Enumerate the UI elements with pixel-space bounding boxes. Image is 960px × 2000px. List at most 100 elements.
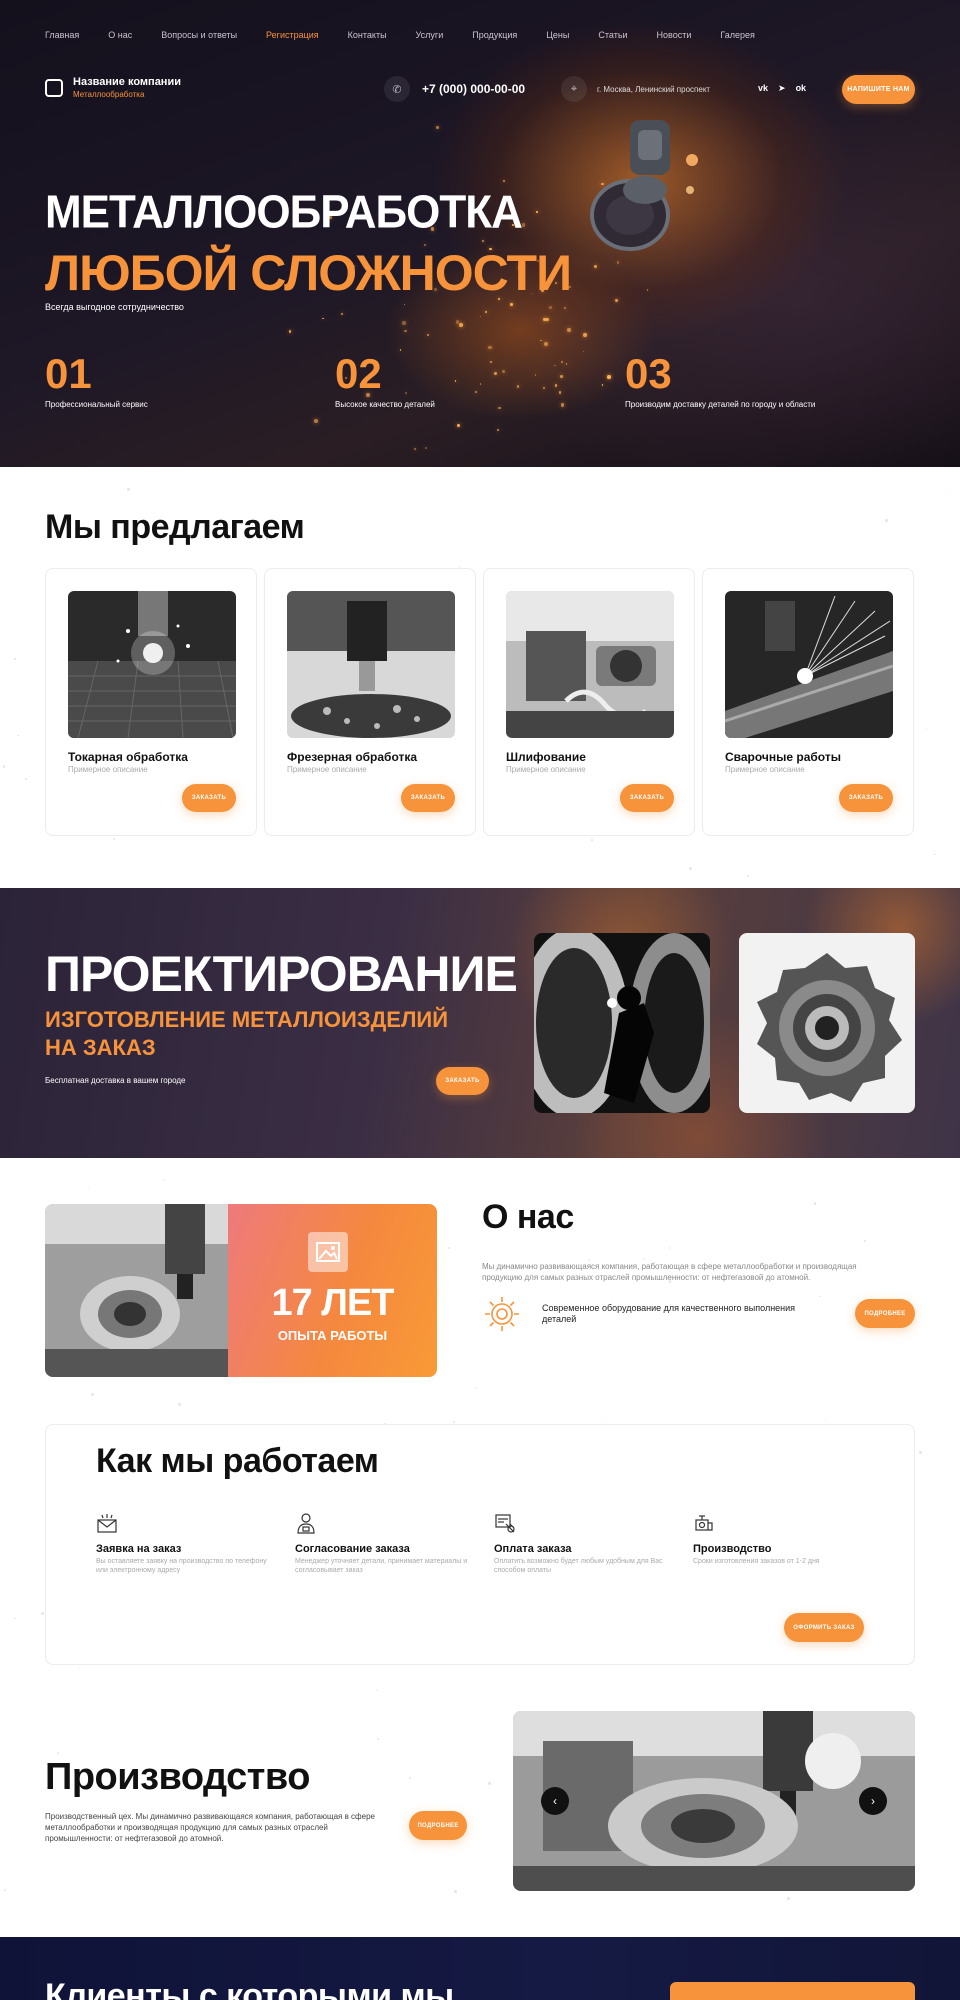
service-card-desc: Примерное описание: [506, 765, 586, 774]
manager-icon: [297, 1513, 315, 1534]
location-pin-icon: ⌖: [561, 76, 587, 102]
work-step: Согласование заказа Менеджер уточняет де…: [295, 1512, 475, 1575]
stat-text: Производим доставку деталей по городу и …: [625, 400, 816, 409]
banner-tagline: Бесплатная доставка в вашем городе: [45, 1076, 186, 1085]
image-placeholder-icon: [308, 1232, 348, 1272]
spark-dot: [542, 386, 545, 390]
background-speck: [13, 658, 16, 661]
background-speck: [813, 1202, 817, 1205]
spark-dot: [414, 448, 417, 451]
work-step: Производство Сроки изготовления заказов …: [693, 1512, 873, 1566]
telegram-icon[interactable]: ➤: [778, 83, 786, 94]
spark-dot: [561, 361, 563, 364]
stat-number: 02: [335, 350, 382, 397]
nav-item-about[interactable]: О нас: [108, 30, 132, 40]
step-title: Согласование заказа: [295, 1543, 410, 1555]
phone-block[interactable]: ✆ +7 (000) 000-00-00: [384, 76, 525, 102]
place-order-button[interactable]: Оформить заказ: [784, 1613, 864, 1642]
slider-prev-button[interactable]: ‹: [541, 1787, 569, 1815]
service-card-title: Фрезерная обработка: [287, 750, 418, 764]
order-button[interactable]: Заказать: [182, 784, 236, 812]
banner-order-button[interactable]: Заказать: [436, 1067, 489, 1095]
nav-item-news[interactable]: Новости: [657, 30, 692, 40]
service-image-turning: [68, 591, 236, 738]
spark-dot: [404, 329, 407, 332]
spark-dot: [501, 370, 505, 374]
background-speck: [918, 1451, 922, 1455]
clients-title: Клиенты с которыми мы: [45, 1977, 454, 2000]
order-button[interactable]: Заказать: [401, 784, 455, 812]
spark-dot: [456, 423, 461, 428]
nav-item-registration[interactable]: Регистрация: [266, 30, 319, 40]
background-speck: [408, 1776, 411, 1779]
background-speck: [819, 1295, 821, 1298]
welder-image: [534, 933, 710, 1113]
spark-dot: [474, 390, 477, 393]
background-speck: [78, 1667, 80, 1669]
write-us-button[interactable]: Напишите нам: [842, 75, 915, 104]
odnoklassniki-icon[interactable]: ok: [796, 83, 807, 94]
order-button[interactable]: Заказать: [839, 784, 893, 812]
spark-dot: [502, 179, 506, 183]
background-speck: [864, 1240, 866, 1242]
background-speck: [127, 488, 130, 491]
nav-item-services[interactable]: Услуги: [416, 30, 444, 40]
spark-dot: [560, 375, 564, 379]
step-desc: Менеджер уточняет детали, принимает мате…: [295, 1558, 468, 1574]
spark-dot: [549, 306, 553, 309]
spark-dot: [522, 223, 526, 227]
stat-number: 01: [45, 350, 92, 397]
nav-item-home[interactable]: Главная: [45, 30, 79, 40]
production-icon: [695, 1515, 713, 1531]
background-speck: [934, 853, 936, 855]
nav-item-gallery[interactable]: Галерея: [720, 30, 755, 40]
spark-dot: [567, 327, 572, 332]
spark-dot: [616, 260, 620, 264]
spark-dot: [614, 298, 618, 302]
experience-panel: 17 ЛЕТ ОПЫТА РАБОТЫ: [228, 1204, 437, 1377]
spark-dot: [288, 330, 292, 333]
spark-dot: [497, 406, 501, 410]
service-image-grinding: [506, 591, 674, 738]
chevron-left-icon: ‹: [553, 1794, 557, 1808]
service-card-desc: Примерное описание: [287, 765, 367, 774]
experience-years: 17 ЛЕТ: [271, 1282, 394, 1324]
service-image-milling: [287, 591, 455, 738]
nav-item-faq[interactable]: Вопросы и ответы: [161, 30, 237, 40]
service-card-title: Токарная обработка: [68, 750, 188, 764]
project-banner: ПРОЕКТИРОВАНИЕ ИЗГОТОВЛЕНИЕ МЕТАЛЛОИЗДЕЛ…: [0, 888, 960, 1158]
spark-dot: [493, 372, 497, 376]
banner-subtitle: ИЗГОТОВЛЕНИЕ МЕТАЛЛОИЗДЕЛИЙ НА ЗАКАЗ: [45, 1007, 449, 1060]
order-button[interactable]: Заказать: [620, 784, 674, 812]
mail-icon: [97, 1514, 117, 1533]
brand[interactable]: Название компании Металлообработка: [45, 76, 181, 99]
service-card: Сварочные работы Примерное описание Зака…: [702, 568, 914, 836]
nav-item-articles[interactable]: Статьи: [598, 30, 627, 40]
background-speck: [669, 1247, 671, 1249]
spark-dot: [543, 342, 548, 346]
clients-cta-button[interactable]: [670, 1982, 915, 2000]
step-desc: Оплатить возможно будет любым удобным дл…: [494, 1558, 663, 1574]
logo-icon: [45, 78, 63, 97]
gear-icon: [485, 1297, 519, 1331]
spark-dot: [554, 384, 558, 387]
step-desc: Вы оставляете заявку на производство по …: [96, 1558, 267, 1574]
slider-next-button[interactable]: ›: [859, 1787, 887, 1815]
phone-number[interactable]: +7 (000) 000-00-00: [422, 82, 525, 96]
background-speck: [925, 727, 928, 729]
hero-section: Главная О нас Вопросы и ответы Регистрац…: [0, 0, 960, 467]
company-subtitle: Металлообработка: [73, 90, 145, 99]
nav-item-contacts[interactable]: Контакты: [348, 30, 387, 40]
nav-item-prices[interactable]: Цены: [546, 30, 569, 40]
production-more-button[interactable]: Подробнее: [409, 1811, 467, 1840]
hero-tagline: Всегда выгодное сотрудничество: [45, 302, 184, 312]
spark-dot: [314, 418, 319, 423]
banner-title: ПРОЕКТИРОВАНИЕ: [45, 946, 518, 1002]
about-more-button[interactable]: Подробнее: [855, 1299, 915, 1328]
vk-icon[interactable]: vk: [758, 83, 768, 94]
nav-item-products[interactable]: Продукция: [472, 30, 517, 40]
machine-photo: [45, 1204, 228, 1377]
work-step: Заявка на заказ Вы оставляете заявку на …: [96, 1512, 276, 1575]
spark-dot: [479, 382, 482, 385]
spark-dot: [509, 302, 514, 307]
